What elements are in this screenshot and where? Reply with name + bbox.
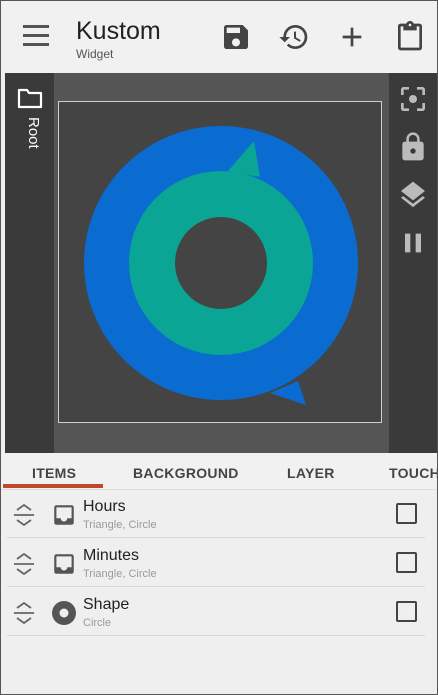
layers-icon[interactable] (397, 179, 429, 211)
app-bar: Kustom Widget (1, 1, 437, 73)
item-title: Shape (83, 596, 130, 613)
focus-icon[interactable] (397, 83, 429, 115)
editor-preview: Root (5, 73, 437, 453)
divider (7, 635, 425, 636)
tab-bar: ITEMS BACKGROUND LAYER TOUCH (1, 453, 437, 490)
save-icon[interactable] (220, 21, 252, 53)
history-icon[interactable] (278, 21, 310, 53)
root-breadcrumb[interactable]: Root (16, 117, 42, 167)
clipboard-icon[interactable] (394, 21, 426, 53)
right-rail (389, 73, 437, 453)
tab-touch[interactable]: TOUCH (389, 465, 437, 481)
active-tab-indicator (3, 484, 103, 488)
list-item[interactable]: Minutes Triangle, Circle (1, 539, 437, 587)
item-checkbox[interactable] (396, 601, 417, 622)
center-hole (175, 217, 267, 309)
item-checkbox[interactable] (396, 552, 417, 573)
app-subtitle: Widget (76, 47, 114, 61)
pause-icon[interactable] (397, 227, 429, 259)
item-subtitle: Circle (83, 617, 112, 629)
tab-items[interactable]: ITEMS (32, 465, 76, 481)
clock-artwork (84, 126, 358, 405)
tab-background[interactable]: BACKGROUND (133, 465, 239, 481)
shape-icon (51, 600, 77, 626)
reorder-icon[interactable] (11, 600, 37, 626)
add-icon[interactable] (336, 21, 368, 53)
item-title: Minutes (83, 547, 140, 564)
menu-icon[interactable] (23, 25, 49, 47)
list-item[interactable]: Shape Circle (1, 588, 437, 636)
stack-icon (51, 502, 77, 528)
item-subtitle: Triangle, Circle (83, 519, 157, 531)
tab-layer[interactable]: LAYER (287, 465, 335, 481)
lock-icon[interactable] (397, 131, 429, 163)
divider (7, 586, 425, 587)
reorder-icon[interactable] (11, 502, 37, 528)
app-title: Kustom (76, 17, 161, 45)
item-checkbox[interactable] (396, 503, 417, 524)
item-title: Hours (83, 498, 126, 515)
reorder-icon[interactable] (11, 551, 37, 577)
stack-icon (51, 551, 77, 577)
list-item[interactable]: Hours Triangle, Circle (1, 490, 437, 538)
app-window: Kustom Widget Root ITEMS BACKGROUND LAYE… (0, 0, 438, 695)
folder-icon[interactable] (17, 87, 43, 109)
left-rail: Root (5, 73, 54, 453)
divider (7, 537, 425, 538)
item-subtitle: Triangle, Circle (83, 568, 157, 580)
